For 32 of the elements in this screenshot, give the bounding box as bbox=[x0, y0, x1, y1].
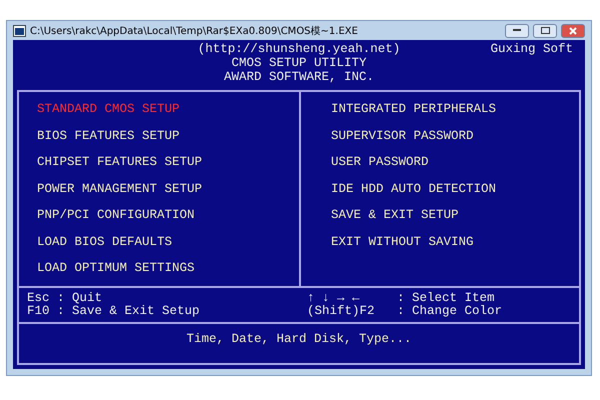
key-help: F10 : Save & Exit Setup bbox=[27, 304, 201, 318]
key-help: Esc : Quit bbox=[27, 292, 104, 304]
website-url: (http://shunsheng.yeah.net) bbox=[198, 42, 400, 56]
menu-item[interactable]: LOAD OPTIMUM SETTINGS bbox=[37, 255, 299, 282]
menu-item[interactable]: SUPERVISOR PASSWORD bbox=[331, 122, 579, 149]
key-action: : Change Color bbox=[397, 304, 504, 318]
company-name: AWARD SOFTWARE, INC. bbox=[222, 70, 375, 84]
menu-item[interactable]: PNP/PCI CONFIGURATION bbox=[37, 202, 299, 228]
menu-item[interactable]: IDE HDD AUTO DETECTION bbox=[331, 176, 579, 202]
menu-item[interactable]: BIOS FEATURES SETUP bbox=[37, 122, 299, 149]
menu-item[interactable]: SAVE & EXIT SETUP bbox=[331, 202, 579, 228]
key-name: ↑ ↓ → ← bbox=[307, 292, 361, 304]
menu-item[interactable]: CHIPSET FEATURES SETUP bbox=[37, 149, 299, 176]
utility-title: CMOS SETUP UTILITY bbox=[230, 56, 368, 70]
menu-item[interactable]: USER PASSWORD bbox=[331, 149, 579, 176]
key-action: : Select Item bbox=[397, 292, 496, 304]
menu-item[interactable]: EXIT WITHOUT SAVING bbox=[331, 228, 579, 255]
menu-item[interactable]: INTEGRATED PERIPHERALS bbox=[331, 96, 579, 122]
minimize-icon bbox=[513, 29, 521, 32]
maximize-icon bbox=[540, 27, 550, 34]
item-description: Time, Date, Hard Disk, Type... bbox=[186, 332, 412, 346]
console-icon bbox=[13, 24, 26, 36]
key-name: (Shift)F2 bbox=[307, 304, 376, 318]
menu-item[interactable]: STANDARD CMOS SETUP bbox=[37, 96, 299, 122]
close-icon bbox=[569, 26, 577, 34]
window-title: C:\Users\rakc\AppData\Local\Temp\Rar$EXa0.809\CMOS模~1.EXE bbox=[30, 24, 359, 38]
maximize-button[interactable] bbox=[533, 24, 557, 38]
menu-item[interactable]: POWER MANAGEMENT SETUP bbox=[37, 176, 299, 202]
minimize-button[interactable] bbox=[505, 24, 529, 38]
menu-item[interactable]: LOAD BIOS DEFAULTS bbox=[37, 228, 299, 255]
vendor-name: Guxing Soft bbox=[489, 42, 574, 56]
close-button[interactable] bbox=[561, 24, 585, 38]
